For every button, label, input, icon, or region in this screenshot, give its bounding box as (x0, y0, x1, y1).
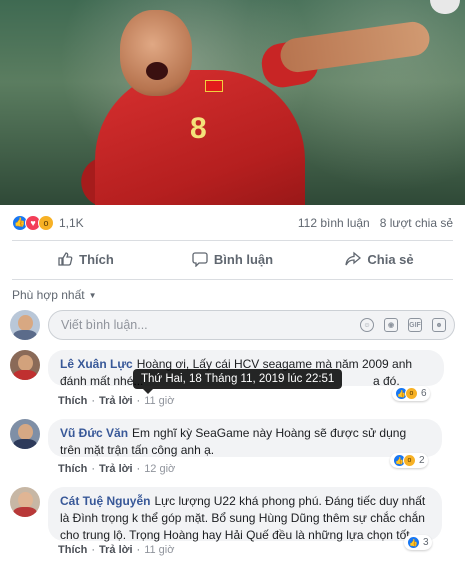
separator-dot: · (91, 463, 96, 475)
emoji-icon[interactable]: ☺ (360, 318, 374, 332)
separator-dot: · (91, 544, 96, 556)
avatar[interactable] (10, 350, 40, 380)
comment-like-link[interactable]: Thích (58, 463, 87, 475)
like-button-label: Thích (79, 251, 114, 267)
avatar[interactable] (10, 419, 40, 449)
post-action-bar: Thích Bình luận Chia sẻ (12, 241, 453, 277)
avatar[interactable] (10, 310, 40, 340)
caret-down-icon: ▼ (88, 290, 97, 300)
photo-player-head (120, 10, 192, 96)
share-count-link[interactable]: 8 lượt chia sẻ (380, 216, 453, 230)
comment-count-link[interactable]: 112 bình luận (298, 216, 370, 230)
divider (12, 279, 453, 280)
wow-icon: o (405, 387, 418, 400)
comment-reactions[interactable]: 👍 o 2 (390, 453, 428, 468)
comment-timestamp[interactable]: 11 giờ (144, 395, 174, 407)
comment-input-placeholder: Viết bình luận... (61, 318, 148, 332)
avatar-face (17, 423, 33, 440)
comment-reply-link[interactable]: Trả lời (99, 544, 133, 556)
wow-icon: o (403, 454, 416, 467)
avatar[interactable] (10, 487, 40, 517)
comment-reply-link[interactable]: Trả lời (99, 463, 133, 475)
sort-label: Phù hợp nhất (12, 288, 85, 302)
comment-author[interactable]: Vũ Đức Văn (60, 426, 128, 440)
share-button[interactable]: Chia sẻ (306, 241, 453, 277)
comment-meta: Thích · Trả lời · 11 giờ (58, 395, 174, 407)
photo-jersey-number: 8 (190, 112, 207, 145)
like-icon: 👍 (407, 536, 420, 549)
comment-bubble: Cát Tuệ Nguyễn Lực lượng U22 khá phong ph… (48, 487, 442, 542)
timestamp-tooltip: Thứ Hai, 18 Tháng 11, 2019 lúc 22:51 (133, 369, 343, 394)
comment-reaction-count: 6 (421, 388, 427, 399)
comment-input[interactable]: Viết bình luận... ☺ ◉ GIF ☻ (48, 310, 455, 340)
comment-composer: Viết bình luận... ☺ ◉ GIF ☻ (10, 309, 455, 341)
wow-icon: o (38, 214, 54, 231)
speech-bubble-icon (192, 252, 208, 267)
post-photo[interactable]: 8 (0, 0, 465, 205)
comment-like-link[interactable]: Thích (58, 395, 87, 407)
tooltip-text: Thứ Hai, 18 Tháng 11, 2019 lúc 22:51 (141, 373, 335, 385)
thumbs-up-icon (58, 252, 73, 266)
post-stats: 👍 ♥ o 1,1K 112 bình luận 8 lượt chia sẻ (0, 206, 465, 239)
reaction-summary[interactable]: 👍 ♥ o 1,1K (12, 214, 84, 231)
separator-dot: · (136, 395, 141, 407)
sticker-icon[interactable]: ☻ (432, 318, 446, 332)
photo-flag-badge (205, 80, 223, 92)
comment-reactions[interactable]: 👍 3 (404, 535, 432, 550)
camera-icon[interactable]: ◉ (384, 318, 398, 332)
separator-dot: · (91, 395, 96, 407)
avatar-body (13, 438, 37, 449)
gif-icon[interactable]: GIF (408, 318, 422, 332)
avatar-body (13, 506, 37, 517)
share-arrow-icon (345, 251, 362, 266)
avatar-body (13, 329, 37, 340)
like-button[interactable]: Thích (12, 241, 159, 277)
comment-meta: Thích · Trả lời · 11 giờ (58, 544, 174, 556)
comment-reactions[interactable]: 👍 o 6 (392, 386, 430, 401)
share-button-label: Chia sẻ (367, 251, 414, 267)
avatar-face (17, 354, 33, 371)
comment-author[interactable]: Lê Xuân Lực (60, 357, 133, 371)
comment-button[interactable]: Bình luận (159, 241, 306, 277)
comment-author[interactable]: Cát Tuệ Nguyễn (60, 494, 150, 508)
avatar-body (13, 369, 37, 380)
comment-timestamp[interactable]: 12 giờ (144, 463, 175, 475)
comment-sort-dropdown[interactable]: Phù hợp nhất ▼ (12, 288, 97, 302)
separator-dot: · (136, 463, 141, 475)
reaction-count: 1,1K (59, 215, 84, 230)
composer-tools: ☺ ◉ GIF ☻ (360, 318, 446, 332)
photo-mouth (146, 62, 168, 80)
avatar-face (17, 314, 33, 331)
comment-like-link[interactable]: Thích (58, 544, 87, 556)
tooltip-arrow (143, 389, 153, 394)
comment-reaction-count: 3 (423, 537, 429, 548)
comment-reply-link[interactable]: Trả lời (99, 395, 133, 407)
comment-meta: Thích · Trả lời · 12 giờ (58, 463, 175, 475)
comment-button-label: Bình luận (213, 251, 274, 267)
comment-timestamp[interactable]: 11 giờ (144, 544, 174, 556)
comment-bubble: Vũ Đức Văn Em nghĩ kỳ SeaGame này Hoàng s… (48, 419, 442, 457)
separator-dot: · (136, 544, 141, 556)
comment-reaction-count: 2 (419, 455, 425, 466)
avatar-face (17, 491, 33, 508)
